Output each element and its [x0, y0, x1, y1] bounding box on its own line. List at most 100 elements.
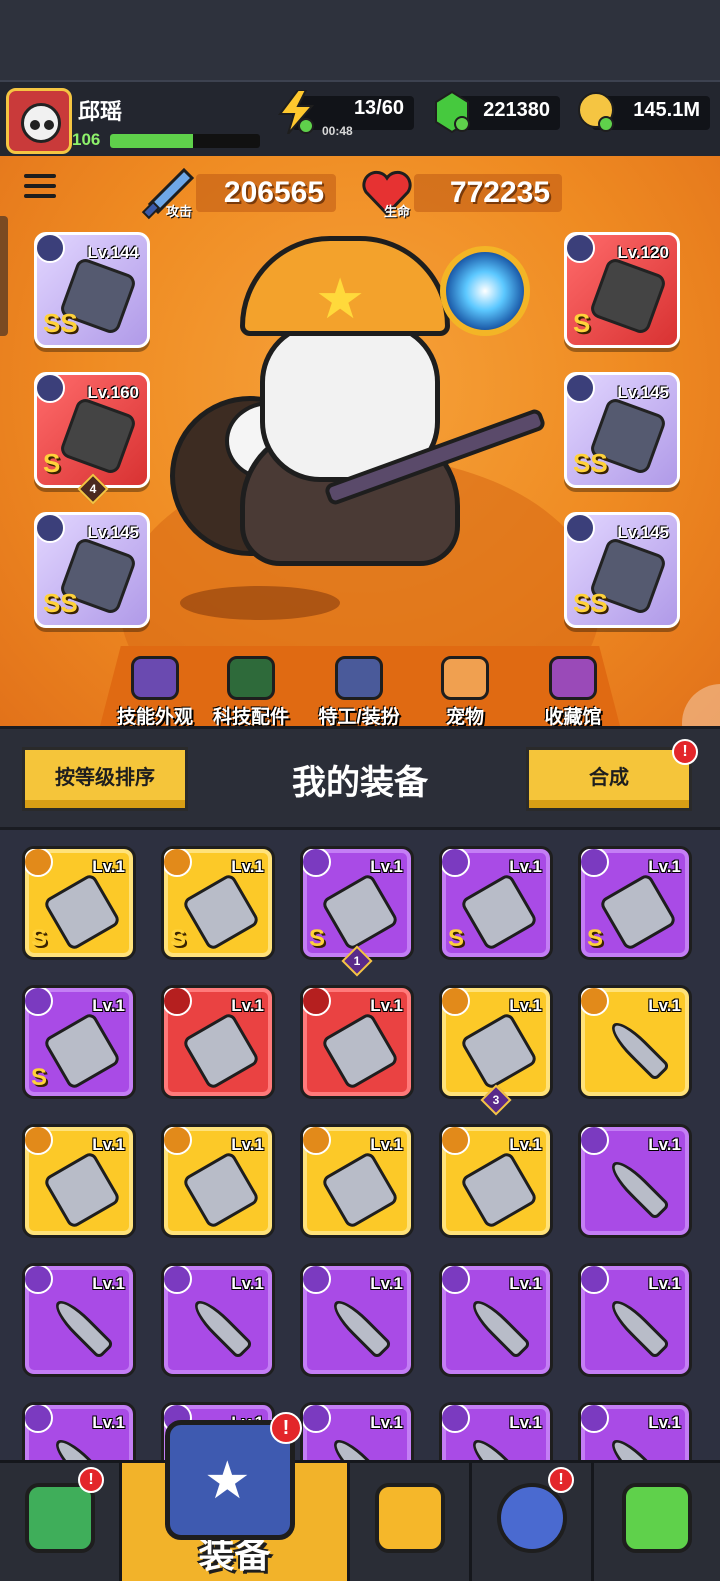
equipped-level: Lv.144: [87, 243, 139, 262]
inventory-item[interactable]: Lv.1: [300, 1402, 414, 1460]
belt-category-icon: [567, 375, 595, 403]
item-category-icon: [303, 1127, 331, 1155]
inventory-item[interactable]: Lv.1 S: [161, 846, 275, 960]
kunai-icon: [605, 1155, 671, 1221]
item-category-icon: [164, 1266, 192, 1294]
kunai-icon: [327, 1294, 393, 1360]
inventory-item[interactable]: Lv.1: [161, 985, 275, 1099]
item-category-icon: [442, 1266, 470, 1294]
energy-counter[interactable]: 13/60: [278, 90, 414, 134]
equipped-necklace-slot[interactable]: Lv.160 S: [34, 372, 150, 488]
tab-agent-outfit[interactable]: 特工/装扮: [304, 656, 414, 726]
inventory-item[interactable]: Lv.1: [578, 1402, 692, 1460]
inventory-item[interactable]: Lv.1: [161, 1124, 275, 1238]
spiked-collar-icon: [181, 1011, 261, 1091]
panel-title: 我的装备: [292, 764, 428, 802]
inventory-item[interactable]: Lv.1: [161, 1263, 275, 1377]
staff-orb-icon: [440, 246, 530, 336]
attack-stat: 攻击 206565: [141, 168, 336, 220]
inventory-item[interactable]: Lv.1 S: [439, 846, 553, 960]
gauntlet-icon: [181, 872, 261, 952]
item-category-icon: [164, 849, 192, 877]
kunai-icon: [605, 1016, 671, 1082]
item-category-icon: [581, 1266, 609, 1294]
tab-label: 技能外观: [116, 707, 193, 726]
tab-skill-skin[interactable]: 技能外观: [100, 656, 210, 726]
inventory-item[interactable]: Lv.1: [439, 985, 553, 1099]
equipped-armor-slot[interactable]: Lv.120 S: [564, 232, 680, 348]
equipped-weapon-slot[interactable]: Lv.144 SS: [34, 232, 150, 348]
equipped-level: Lv.145: [617, 523, 669, 542]
item-category-icon: [581, 988, 609, 1016]
inventory-item[interactable]: Lv.1: [22, 1124, 136, 1238]
inventory-item[interactable]: Lv.1 S: [300, 846, 414, 960]
inventory-item[interactable]: Lv.1 S: [22, 846, 136, 960]
floating-side-button[interactable]: [682, 684, 720, 726]
attack-value: 206565: [223, 176, 324, 209]
item-level: Lv.1: [370, 857, 403, 876]
equipped-grade: S: [43, 448, 61, 478]
nav-planet[interactable]: [472, 1463, 594, 1581]
item-grade: S: [309, 925, 326, 952]
boots-icon: [42, 1011, 122, 1091]
kunai-icon: [605, 1294, 671, 1360]
planet-icon: [496, 1483, 567, 1553]
item-category-icon: [25, 988, 53, 1016]
hero-character[interactable]: ★: [170, 226, 547, 616]
item-level: Lv.1: [92, 1413, 125, 1432]
item-level: Lv.1: [92, 857, 125, 876]
item-level: Lv.1: [370, 996, 403, 1015]
inventory-item[interactable]: Lv.1: [300, 1124, 414, 1238]
inventory-item[interactable]: Lv.1: [578, 985, 692, 1099]
player-avatar[interactable]: [6, 88, 72, 154]
kunai-icon: [466, 1294, 532, 1360]
coin-counter[interactable]: 145.1M: [578, 92, 710, 132]
pet-icon: [441, 656, 489, 700]
inventory-item[interactable]: Lv.1: [439, 1263, 553, 1377]
merge-button[interactable]: 合成: [526, 747, 692, 811]
necklace-category-icon: [37, 375, 65, 403]
item-category-icon: [164, 988, 192, 1016]
item-grade: S: [448, 925, 465, 952]
armor-category-icon: [567, 235, 595, 263]
item-category-icon: [442, 1127, 470, 1155]
item-level: Lv.1: [509, 1274, 542, 1293]
item-category-icon: [303, 988, 331, 1016]
inventory-grid: Lv.1 S Lv.1 S Lv.1 S 1 Lv.1 S Lv.1 S Lv.1 S Lv.1 Lv.1 L…: [0, 830, 720, 1460]
nav-dna[interactable]: [594, 1463, 720, 1581]
equipped-grade: SS: [573, 588, 608, 618]
item-level: Lv.1: [231, 996, 264, 1015]
inventory-item[interactable]: Lv.1: [439, 1124, 553, 1238]
item-level: Lv.1: [92, 1135, 125, 1154]
kunai-icon: [605, 1433, 671, 1460]
hero-display: 攻击 206565 生命 772235 Lv.144 SS Lv.160 S 4…: [0, 156, 720, 726]
tech-parts-icon: [227, 656, 275, 700]
inventory-item[interactable]: Lv.1 S: [22, 985, 136, 1099]
inventory-item[interactable]: Lv.1 S: [578, 846, 692, 960]
gem-counter[interactable]: 221380: [435, 90, 560, 134]
inventory-item[interactable]: Lv.1: [578, 1263, 692, 1377]
sort-by-level-button[interactable]: 按等级排序: [22, 747, 188, 811]
menu-icon[interactable]: [24, 174, 56, 202]
inventory-item[interactable]: Lv.1: [22, 1402, 136, 1460]
equipped-belt-slot[interactable]: Lv.145 SS: [564, 372, 680, 488]
club-icon: [320, 1150, 400, 1230]
item-grade: S: [31, 925, 48, 952]
side-drawer-handle[interactable]: [0, 216, 8, 336]
item-level: Lv.1: [370, 1413, 403, 1432]
inventory-item[interactable]: Lv.1: [300, 1263, 414, 1377]
inventory-item[interactable]: Lv.1: [439, 1402, 553, 1460]
item-level: Lv.1: [370, 1274, 403, 1293]
equipped-boots-slot[interactable]: Lv.145 SS: [564, 512, 680, 628]
agent-outfit-icon: [335, 656, 383, 700]
item-level: Lv.1: [648, 1274, 681, 1293]
tab-pet[interactable]: 宠物: [410, 656, 520, 726]
equipped-gloves-slot[interactable]: Lv.145 SS: [34, 512, 150, 628]
avatar-face: [21, 103, 61, 143]
tab-tech-parts[interactable]: 科技配件: [196, 656, 306, 726]
inventory-item[interactable]: Lv.1: [22, 1263, 136, 1377]
inventory-item[interactable]: Lv.1: [300, 985, 414, 1099]
nav-battle[interactable]: [350, 1463, 472, 1581]
inventory-item[interactable]: Lv.1: [578, 1124, 692, 1238]
tab-collection[interactable]: 收藏馆: [518, 656, 628, 726]
